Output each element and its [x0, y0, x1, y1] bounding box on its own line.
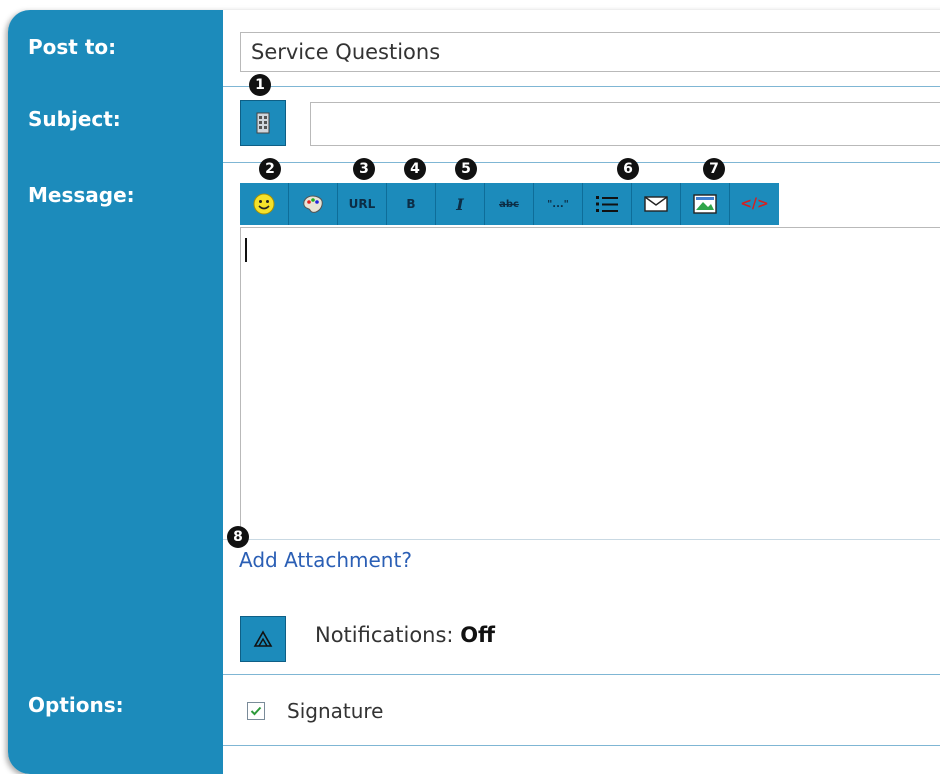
email-icon [644, 196, 668, 212]
callout-badge-6: 6 [617, 158, 639, 180]
message-label: Message: [28, 183, 135, 207]
bold-button[interactable]: B [387, 183, 436, 225]
message-toolbar: URL B I abc "..." </> [240, 183, 779, 225]
checkmark-icon [250, 706, 262, 716]
image-button[interactable] [681, 183, 730, 225]
callout-badge-4: 4 [404, 158, 426, 180]
subject-icon-button[interactable] [240, 100, 286, 146]
quote-button[interactable]: "..." [534, 183, 583, 225]
smiley-icon [253, 193, 275, 215]
url-button[interactable]: URL [338, 183, 387, 225]
notifications-text: Notifications: Off [315, 623, 495, 647]
callout-badge-5: 5 [455, 158, 477, 180]
callout-badge-7: 7 [703, 158, 725, 180]
smiley-button[interactable] [240, 183, 289, 225]
add-attachment-link[interactable]: Add Attachment? [239, 548, 412, 572]
callout-badge-2: 2 [259, 158, 281, 180]
signature-checkbox[interactable] [247, 702, 265, 720]
signature-label: Signature [287, 699, 384, 723]
divider [223, 162, 940, 163]
divider [223, 539, 940, 540]
notification-bell-icon [253, 630, 273, 647]
code-button[interactable]: </> [730, 183, 779, 225]
options-label: Options: [28, 693, 124, 717]
labels-sidebar: Post to: Subject: Message: Options: [8, 10, 223, 774]
post-form-panel: Post to: Subject: Message: Options: Serv… [8, 10, 940, 774]
message-editor[interactable] [240, 227, 940, 540]
notifications-value: Off [460, 623, 496, 647]
subject-icon [256, 112, 270, 134]
palette-icon [303, 195, 323, 213]
text-caret [245, 238, 247, 262]
list-button[interactable] [583, 183, 632, 225]
italic-button[interactable]: I [436, 183, 485, 225]
strikethrough-button[interactable]: abc [485, 183, 534, 225]
callout-badge-3: 3 [353, 158, 375, 180]
subject-input[interactable] [310, 102, 940, 146]
subject-label: Subject: [28, 107, 121, 131]
divider [223, 674, 940, 675]
divider [223, 86, 940, 87]
image-icon [693, 194, 717, 214]
form-content: Service Questions 1 2 3 4 5 6 7 URL B I … [223, 10, 940, 774]
list-icon [596, 196, 618, 212]
color-button[interactable] [289, 183, 338, 225]
callout-badge-8: 8 [227, 526, 249, 548]
divider [223, 745, 940, 746]
post-to-value: Service Questions [251, 40, 441, 64]
post-to-label: Post to: [28, 35, 117, 59]
post-to-select[interactable]: Service Questions [240, 32, 940, 72]
notifications-label: Notifications: [315, 623, 454, 647]
notifications-button[interactable] [240, 616, 286, 662]
email-button[interactable] [632, 183, 681, 225]
callout-badge-1: 1 [249, 74, 271, 96]
